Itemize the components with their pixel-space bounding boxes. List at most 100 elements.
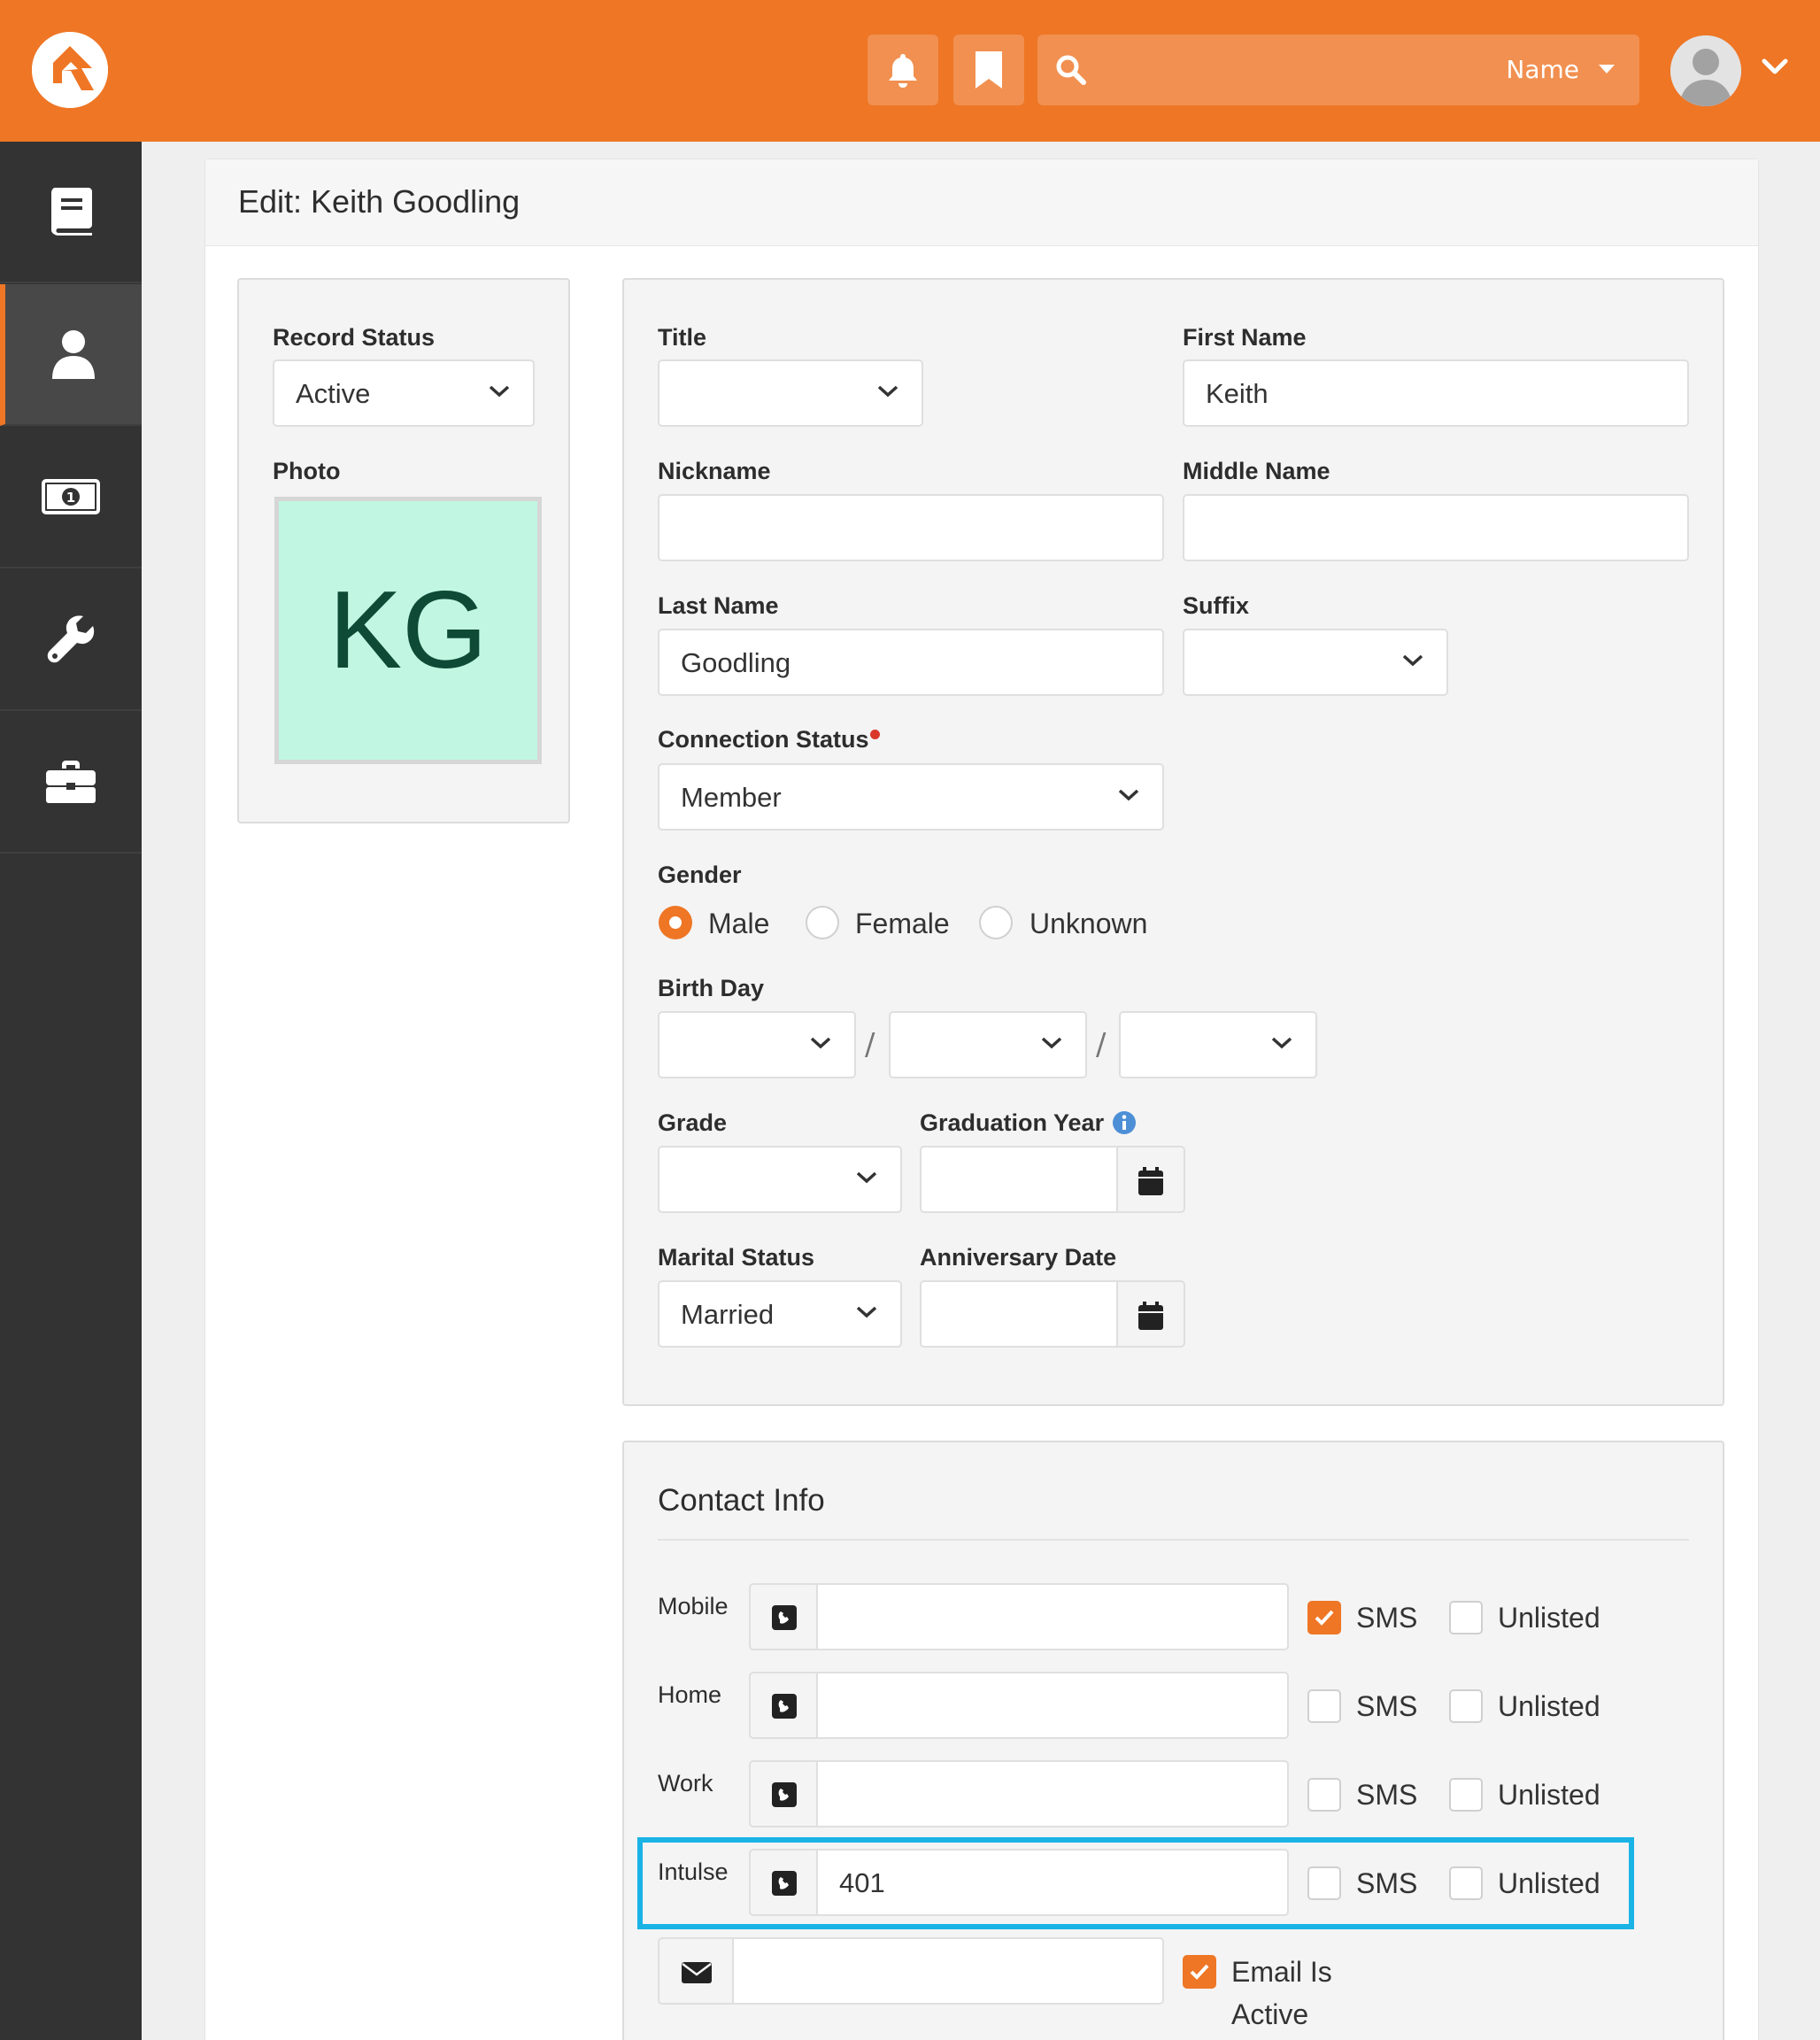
- photo-label: Photo: [273, 458, 341, 484]
- calendar-icon: [1138, 1167, 1163, 1195]
- phone-addon: [749, 1583, 818, 1650]
- gender-female-radio[interactable]: [806, 906, 839, 939]
- mobile-unlisted-label[interactable]: Unlisted: [1498, 1601, 1600, 1634]
- mobile-sms-checkbox[interactable]: [1307, 1601, 1341, 1634]
- grade-select[interactable]: [658, 1146, 902, 1213]
- graduation-year-label: Graduation Year: [920, 1109, 1105, 1136]
- graduation-year-picker[interactable]: [1116, 1146, 1185, 1213]
- email-active-label-line1[interactable]: Email Is: [1231, 1955, 1332, 1989]
- chevron-down-icon: [1271, 1037, 1292, 1049]
- search-icon: [1056, 55, 1086, 85]
- last-name-input[interactable]: Goodling: [658, 629, 1164, 696]
- rock-logo-icon[interactable]: [32, 32, 108, 108]
- chevron-down-icon: [877, 385, 898, 398]
- home-sms-checkbox[interactable]: [1307, 1689, 1341, 1723]
- email-active-label-line2[interactable]: Active: [1231, 1998, 1308, 2031]
- anniversary-date-input[interactable]: [920, 1280, 1118, 1348]
- connection-status-value: Member: [681, 782, 782, 813]
- work-unlisted-checkbox[interactable]: [1449, 1778, 1483, 1812]
- chevron-down-icon: [810, 1037, 831, 1049]
- phone-addon: [749, 1760, 818, 1828]
- mobile-phone-input[interactable]: [816, 1583, 1289, 1650]
- bookmark-icon: [976, 51, 1002, 89]
- phone-square-icon: [772, 1782, 797, 1807]
- notifications-button[interactable]: [868, 35, 938, 105]
- suffix-select[interactable]: [1183, 629, 1448, 696]
- last-name-label: Last Name: [658, 592, 779, 619]
- check-icon: [1190, 1964, 1209, 1980]
- work-unlisted-label[interactable]: Unlisted: [1498, 1778, 1600, 1812]
- marital-status-select[interactable]: Married: [658, 1280, 902, 1348]
- caret-down-icon[interactable]: [1599, 65, 1615, 73]
- email-input[interactable]: [732, 1937, 1164, 2005]
- gender-male-radio[interactable]: [659, 906, 692, 939]
- grade-label: Grade: [658, 1109, 728, 1136]
- graduation-year-input[interactable]: [920, 1146, 1118, 1213]
- connection-status-select[interactable]: Member: [658, 763, 1164, 831]
- gender-female-label[interactable]: Female: [855, 907, 950, 940]
- home-unlisted-label[interactable]: Unlisted: [1498, 1689, 1600, 1723]
- email-addon: [658, 1937, 734, 2005]
- middle-name-input[interactable]: [1183, 494, 1689, 561]
- sidebar-item-admin-tools[interactable]: [0, 569, 142, 711]
- chevron-down-icon: [856, 1306, 877, 1318]
- date-separator: /: [865, 1027, 875, 1062]
- person-photo[interactable]: KG: [274, 497, 542, 764]
- email-active-checkbox[interactable]: [1183, 1955, 1216, 1989]
- record-status-select[interactable]: Active: [273, 359, 535, 427]
- birth-month-select[interactable]: [658, 1011, 856, 1078]
- work-sms-label[interactable]: SMS: [1356, 1778, 1417, 1812]
- search-bar[interactable]: Name: [1037, 35, 1639, 105]
- mobile-sms-label[interactable]: SMS: [1356, 1601, 1417, 1634]
- first-name-label: First Name: [1183, 324, 1307, 351]
- mobile-unlisted-checkbox[interactable]: [1449, 1601, 1483, 1634]
- record-status-label: Record Status: [273, 324, 436, 351]
- photo-initials: KG: [328, 569, 488, 692]
- nickname-input[interactable]: [658, 494, 1164, 561]
- home-phone-input[interactable]: [816, 1672, 1289, 1739]
- middle-name-label: Middle Name: [1183, 458, 1330, 484]
- title-label: Title: [658, 324, 707, 351]
- search-filter-label[interactable]: Name: [1506, 52, 1579, 88]
- phone-square-icon: [772, 1605, 797, 1630]
- birth-day-select[interactable]: [889, 1011, 1087, 1078]
- chevron-down-icon: [1118, 789, 1139, 801]
- home-sms-label[interactable]: SMS: [1356, 1689, 1417, 1723]
- phone-type-label: Mobile: [658, 1593, 729, 1619]
- highlight-box: [637, 1837, 1634, 1929]
- required-indicator: [870, 730, 880, 739]
- top-bar: Name: [0, 0, 1820, 142]
- anniversary-date-picker[interactable]: [1116, 1280, 1185, 1348]
- chevron-down-icon: [1041, 1037, 1062, 1049]
- gender-unknown-radio[interactable]: [979, 906, 1013, 939]
- check-icon: [1315, 1610, 1334, 1626]
- chevron-down-icon: [489, 385, 510, 398]
- calendar-icon: [1138, 1302, 1163, 1330]
- sidebar-item-people[interactable]: [0, 284, 142, 426]
- title-select[interactable]: [658, 359, 923, 427]
- sidebar-item-book[interactable]: [0, 142, 142, 283]
- info-icon[interactable]: [1112, 1110, 1137, 1135]
- sidebar-item-finance[interactable]: 1: [0, 427, 142, 568]
- bell-icon: [889, 54, 917, 88]
- last-name-value: Goodling: [681, 647, 791, 678]
- page-title: Edit: Keith Goodling: [238, 183, 521, 220]
- wrench-icon: [47, 615, 95, 663]
- anniversary-date-label: Anniversary Date: [920, 1244, 1117, 1271]
- home-unlisted-checkbox[interactable]: [1449, 1689, 1483, 1723]
- chevron-down-icon[interactable]: [1762, 58, 1788, 76]
- work-sms-checkbox[interactable]: [1307, 1778, 1341, 1812]
- gender-unknown-label[interactable]: Unknown: [1030, 907, 1147, 940]
- phone-type-label: Home: [658, 1681, 722, 1708]
- connection-status-label: Connection Status: [658, 726, 869, 753]
- gender-male-label[interactable]: Male: [708, 907, 769, 940]
- first-name-input[interactable]: Keith: [1183, 359, 1689, 427]
- chevron-down-icon: [1402, 654, 1423, 667]
- bookmarks-button[interactable]: [953, 35, 1024, 105]
- birth-year-select[interactable]: [1119, 1011, 1317, 1078]
- user-avatar[interactable]: [1670, 35, 1741, 106]
- record-status-value: Active: [296, 378, 371, 409]
- birth-day-label: Birth Day: [658, 975, 765, 1001]
- sidebar-item-jobs[interactable]: [0, 712, 142, 854]
- work-phone-input[interactable]: [816, 1760, 1289, 1828]
